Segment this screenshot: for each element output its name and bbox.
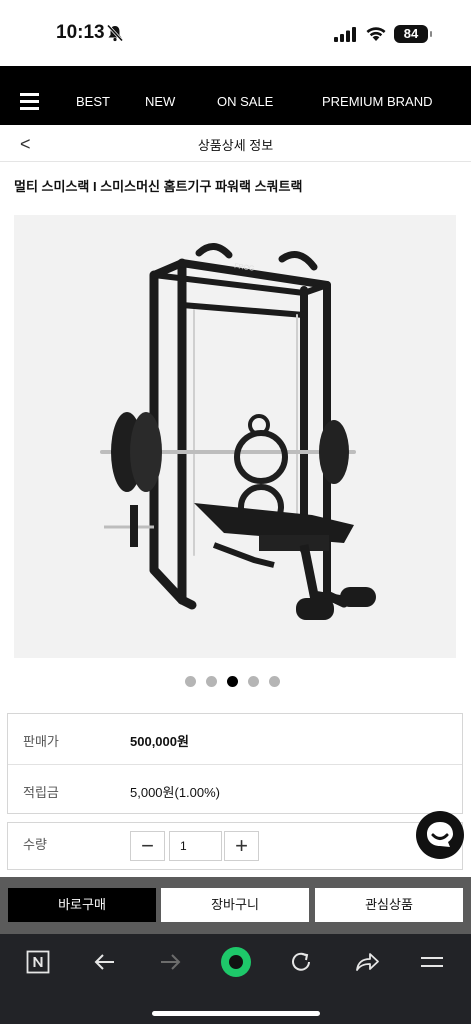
price-label: 판매가 [23,734,59,749]
back-arrow-icon[interactable] [93,950,117,974]
nav-item-best[interactable]: BEST [76,94,110,109]
carousel-dot-active[interactable] [227,676,238,687]
carousel-dot[interactable] [185,676,196,687]
wishlist-button[interactable]: 관심상품 [315,888,463,922]
quantity-plus-button[interactable]: + [224,831,259,861]
buy-now-button[interactable]: 바로구매 [8,888,156,922]
hamburger-menu-icon[interactable] [20,93,39,110]
menu-icon[interactable] [420,950,444,974]
detail-subheader: < 상품상세 정보 [0,125,471,162]
battery-indicator: 84 [394,25,432,43]
main-nav: BEST NEW ON SALE PREMIUM BRAND [0,78,471,125]
bell-mute-icon [106,24,124,42]
quantity-row: 수량 − 1 + [7,822,463,870]
green-dot-icon[interactable] [219,945,253,979]
nav-item-premium-brand[interactable]: PREMIUM BRAND [322,94,433,109]
points-value: 5,000원(1.00%) [130,785,221,800]
quantity-input[interactable]: 1 [169,831,222,861]
share-icon[interactable] [354,950,380,974]
status-bar: 10:13 84 [0,0,471,64]
top-black-strip [0,66,471,78]
carousel-dot[interactable] [248,676,259,687]
status-time: 10:13 [56,22,105,43]
chat-bubble-icon [427,822,453,847]
carousel-dot[interactable] [269,676,280,687]
smith-machine-illustration: FROG [100,243,376,620]
points-row: 적립금 5,000원(1.00%) [8,764,462,814]
points-label: 적립금 [23,785,59,800]
wifi-icon [366,27,386,41]
forward-arrow-icon[interactable] [158,950,182,974]
page-title: 상품상세 정보 [197,138,274,153]
price-info-table: 판매가 500,000원 적립금 5,000원(1.00%) [7,713,463,814]
nav-item-new[interactable]: NEW [145,94,175,109]
price-row: 판매가 500,000원 [8,714,462,764]
price-value: 500,000원 [130,734,189,749]
carousel-dots [185,674,290,692]
add-to-cart-button[interactable]: 장바구니 [161,888,309,922]
purchase-bar: 바로구매 장바구니 관심상품 [0,877,471,934]
carousel-dot[interactable] [206,676,217,687]
naver-n-icon[interactable] [26,950,50,974]
product-image[interactable]: FROG [14,215,456,658]
chat-button[interactable] [416,811,464,859]
nav-item-on-sale[interactable]: ON SALE [217,94,273,109]
home-indicator [152,1011,320,1016]
cellular-signal-icon [334,27,356,42]
reload-icon[interactable] [289,950,313,974]
product-title: 멀티 스미스랙 I 스미스머신 홈트기구 파워랙 스쿼트랙 [14,179,303,194]
quantity-label: 수량 [23,837,47,852]
quantity-minus-button[interactable]: − [130,831,165,861]
